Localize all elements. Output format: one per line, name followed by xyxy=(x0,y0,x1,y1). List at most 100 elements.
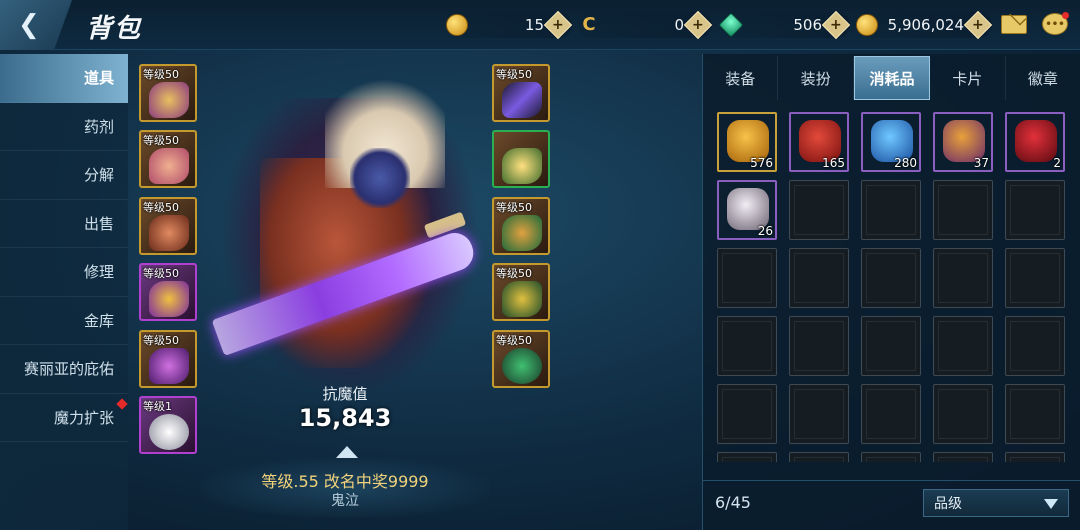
expand-up-icon[interactable] xyxy=(336,446,358,458)
empty-slot[interactable] xyxy=(861,316,921,376)
shoes-armor-icon xyxy=(149,348,189,384)
dropdown-arrow-icon xyxy=(1044,498,1058,509)
tab-consumables[interactable]: 消耗品 xyxy=(853,56,931,100)
equip-slot-bracelet[interactable]: 等级50 xyxy=(492,263,550,321)
item-level: 等级50 xyxy=(496,68,532,81)
stat-value: 15,843 xyxy=(298,404,392,432)
inventory-tabs: 装备 装扮 消耗品 卡片 徽章 xyxy=(703,56,1080,100)
inventory-footer: 6/45 品级 xyxy=(703,480,1080,524)
empty-slot[interactable] xyxy=(861,180,921,240)
sidebar-item-label: 修理 xyxy=(83,263,114,282)
equip-slot-title-medal[interactable] xyxy=(492,130,550,188)
empty-slot[interactable] xyxy=(933,384,993,444)
equip-slot-title[interactable]: 等级1 xyxy=(139,396,197,454)
empty-slot[interactable] xyxy=(1005,452,1065,462)
empty-slot[interactable] xyxy=(717,316,777,376)
item-count: 576 xyxy=(750,156,773,170)
equip-slot-weapon[interactable]: 等级50 xyxy=(492,64,550,122)
inventory-item[interactable]: 26 xyxy=(717,180,777,240)
equip-slot-ring[interactable]: 等级50 xyxy=(492,330,550,388)
equip-slot-bottom[interactable]: 等级50 xyxy=(139,197,197,255)
currency-gem: 506 + xyxy=(718,10,851,40)
empty-slot[interactable] xyxy=(789,248,849,308)
equip-slot-necklace[interactable]: 等级50 xyxy=(492,197,550,255)
tab-cards[interactable]: 卡片 xyxy=(930,56,1006,100)
belt-armor-icon xyxy=(149,281,189,317)
tab-emblems[interactable]: 徽章 xyxy=(1006,56,1080,100)
inventory-item[interactable]: 576 xyxy=(717,112,777,172)
empty-slot[interactable] xyxy=(933,248,993,308)
empty-slot[interactable] xyxy=(1005,180,1065,240)
inventory-item[interactable]: 2 xyxy=(1005,112,1065,172)
inventory-item[interactable]: 280 xyxy=(861,112,921,172)
sidebar-item-label: 赛丽亚的庇佑 xyxy=(23,360,114,379)
currency-gold-total-value: 5,906,024 xyxy=(887,16,964,34)
item-level: 等级1 xyxy=(143,400,172,413)
empty-slot[interactable] xyxy=(933,180,993,240)
emblem-icon xyxy=(149,414,189,450)
empty-slot[interactable] xyxy=(717,384,777,444)
sidebar-item-sell[interactable]: 出售 xyxy=(0,200,128,248)
item-level: 等级50 xyxy=(143,334,179,347)
c-token-icon: C xyxy=(582,14,596,35)
character-name: 等级.55 改名中奖9999 xyxy=(261,472,429,491)
empty-slot[interactable] xyxy=(1005,384,1065,444)
sidebar-item-vault[interactable]: 金库 xyxy=(0,297,128,345)
empty-slot[interactable] xyxy=(717,452,777,462)
character-portrait[interactable] xyxy=(200,58,490,403)
empty-slot[interactable] xyxy=(933,316,993,376)
inventory-grid: 576 165 280 37 2 26 xyxy=(717,112,1067,462)
green-gem-icon xyxy=(718,12,744,38)
equip-slot-shoulder[interactable]: 等级50 xyxy=(139,64,197,122)
back-button[interactable]: ❮ xyxy=(0,0,72,50)
item-count: 280 xyxy=(894,156,917,170)
top-armor-icon xyxy=(149,148,189,184)
sidebar-item-items[interactable]: 道具 xyxy=(0,54,128,103)
equip-slot-top[interactable]: 等级50 xyxy=(139,130,197,188)
magic-defense-stat: 抗魔值 15,843 xyxy=(290,383,400,432)
item-level: 等级50 xyxy=(496,267,532,280)
empty-slot[interactable] xyxy=(861,384,921,444)
equip-slot-shoes[interactable]: 等级50 xyxy=(139,330,197,388)
sidebar-item-potions[interactable]: 药剂 xyxy=(0,103,128,151)
empty-slot[interactable] xyxy=(789,452,849,462)
empty-slot[interactable] xyxy=(789,180,849,240)
empty-slot[interactable] xyxy=(717,248,777,308)
grade-filter-select[interactable]: 品级 xyxy=(923,488,1069,517)
bracelet-icon xyxy=(502,281,542,317)
add-c-token-button[interactable]: + xyxy=(683,10,713,40)
sidebar-item-magic-expansion[interactable]: 魔力扩张 xyxy=(0,394,128,442)
add-gold-total-button[interactable]: + xyxy=(963,10,993,40)
tab-costume[interactable]: 装扮 xyxy=(778,56,854,100)
equip-slot-belt[interactable]: 等级50 xyxy=(139,263,197,321)
item-level: 等级50 xyxy=(143,267,179,280)
currency-gold-total: 5,906,024 + xyxy=(856,10,993,40)
item-level: 等级50 xyxy=(143,201,179,214)
sidebar-item-label: 金库 xyxy=(83,311,114,330)
add-gem-button[interactable]: + xyxy=(821,10,851,40)
item-level: 等级50 xyxy=(496,334,532,347)
mail-icon[interactable] xyxy=(1001,15,1027,34)
item-count: 165 xyxy=(822,156,845,170)
sidebar-item-repair[interactable]: 修理 xyxy=(0,248,128,297)
rose-icon xyxy=(1015,120,1057,162)
sidebar-item-disassemble[interactable]: 分解 xyxy=(0,151,128,200)
inventory-item[interactable]: 37 xyxy=(933,112,993,172)
inventory-item[interactable]: 165 xyxy=(789,112,849,172)
star-medal-icon xyxy=(502,148,542,184)
empty-slot[interactable] xyxy=(933,452,993,462)
pants-armor-icon xyxy=(149,215,189,251)
sidebar-item-seria-blessing[interactable]: 赛丽亚的庇佑 xyxy=(0,345,128,394)
empty-slot[interactable] xyxy=(1005,316,1065,376)
back-arrow-icon: ❮ xyxy=(18,10,40,40)
new-badge xyxy=(116,397,128,410)
empty-slot[interactable] xyxy=(861,248,921,308)
item-level: 等级50 xyxy=(143,134,179,147)
empty-slot[interactable] xyxy=(789,316,849,376)
empty-slot[interactable] xyxy=(861,452,921,462)
tab-equipment[interactable]: 装备 xyxy=(703,56,779,100)
add-gold-button[interactable]: + xyxy=(543,10,573,40)
empty-slot[interactable] xyxy=(789,384,849,444)
empty-slot[interactable] xyxy=(1005,248,1065,308)
item-count: 37 xyxy=(973,156,989,170)
